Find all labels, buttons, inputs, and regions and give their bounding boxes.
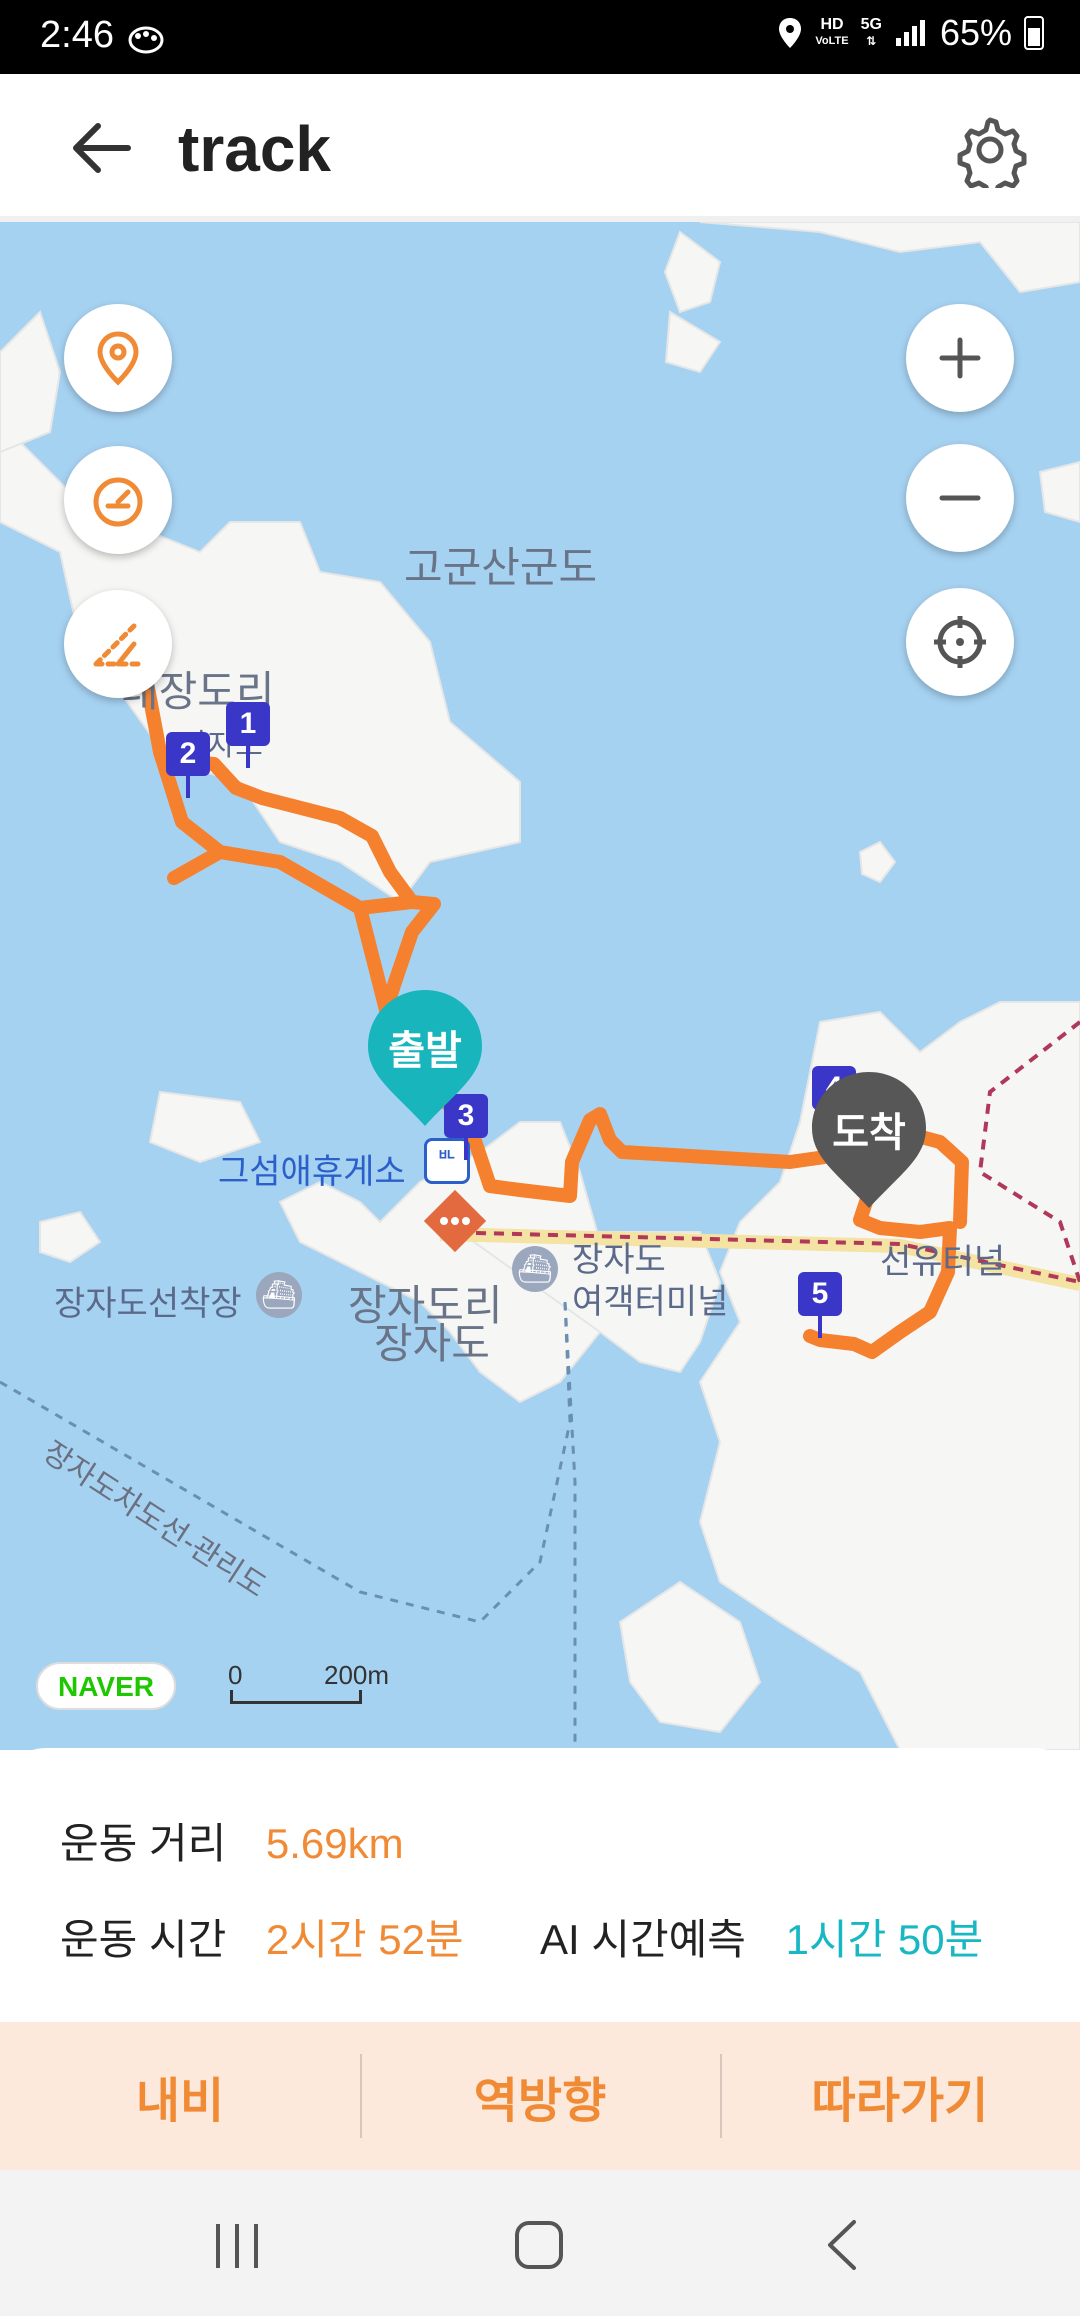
location-status-icon [779,18,802,48]
distance-row: 운동 거리 5.69km [60,1810,404,1871]
location-pin-icon [97,331,139,386]
start-marker[interactable]: 출발 [366,988,484,1128]
recenter-button[interactable] [906,588,1014,696]
map-label-ferry-dock: 장자도선착장 [54,1285,242,1323]
page-title: track [178,113,331,185]
battery-percent: 65% [939,12,1012,53]
crosshair-icon [934,616,986,668]
time-row: 운동 시간 2시간 52분 [60,1906,464,1967]
action-bar: 내비 역방향 따라가기 [0,2022,1080,2170]
signal-icon [895,20,925,46]
follow-button[interactable]: 따라가기 [720,2022,1080,2170]
track-info-card: 운동 거리 5.69km 운동 시간 2시간 52분 AI 시간예측 1시간 5… [0,1748,1080,2022]
map-label-island-title: 고군산군도 [404,544,598,591]
distance-label: 운동 거리 [60,1820,227,1867]
home-icon[interactable] [504,2210,574,2280]
hd-voice-badge: HD VoLTE [815,16,849,48]
end-marker-label: 도착 [832,1111,906,1155]
reverse-button[interactable]: 역방향 [360,2022,720,2170]
start-marker-label: 출발 [388,1029,462,1073]
minus-icon [939,495,981,501]
scale-end: 200m [324,1660,390,1690]
distance-value: 5.69km [265,1820,404,1867]
map-scale: 0 200m [228,1660,389,1710]
gear-icon[interactable] [952,112,1028,188]
speed-button[interactable] [64,446,172,554]
waypoint-1[interactable]: 1 [226,702,270,768]
terminal-icon[interactable]: ⛴ [512,1246,558,1292]
zoom-in-button[interactable] [906,304,1014,412]
ai-label: AI 시간예측 [540,1916,746,1963]
waypoint-5[interactable]: 5 [798,1272,842,1338]
status-bar: 2:46 HD VoLTE 5G ⇅ 65% [0,0,1080,74]
altitude-button[interactable] [64,590,172,698]
speedometer-icon [93,477,143,527]
back-arrow-icon[interactable] [66,118,136,178]
map-label-terminal-line2: 여객터미널 [572,1283,729,1321]
scale-start: 0 [228,1660,243,1690]
time-label: 운동 시간 [60,1916,227,1963]
ai-value: 1시간 50분 [785,1916,984,1963]
time-value: 2시간 52분 [265,1916,464,1963]
ferry-dock-icon[interactable]: ⛴ [256,1272,302,1318]
system-nav-bar [0,2170,1080,2316]
5g-badge: 5G ⇅ [860,16,882,49]
map-label-village-center-sub: 장자도 [374,1320,490,1367]
back-chevron-icon[interactable] [808,2210,878,2280]
navi-button[interactable]: 내비 [0,2022,360,2170]
battery-icon [1024,16,1044,50]
ai-row: AI 시간예측 1시간 50분 [540,1906,983,1967]
status-time: 2:46 [40,14,114,56]
recents-icon[interactable] [202,2210,272,2280]
step-tracker-icon [128,26,164,54]
plus-icon [939,337,981,379]
zoom-out-button[interactable] [906,444,1014,552]
app-header: track [0,74,1080,222]
map-label-rest-area: 그섬애휴게소 [218,1153,406,1191]
poi-marker-icon[interactable] [420,1186,490,1256]
altitude-icon [93,623,143,667]
waypoint-2[interactable]: 2 [166,732,210,798]
map-label-tunnel: 선유터널 [880,1243,1006,1281]
end-marker[interactable]: 도착 [810,1070,928,1210]
map-view[interactable]: 고군산군도 대장도리 장자도 그섬애휴게소 ᄟ 장자도선착장 ⛴ 장자도리 장자… [0,222,1080,1750]
naver-logo: NAVER [36,1662,176,1710]
my-location-button[interactable] [64,304,172,412]
